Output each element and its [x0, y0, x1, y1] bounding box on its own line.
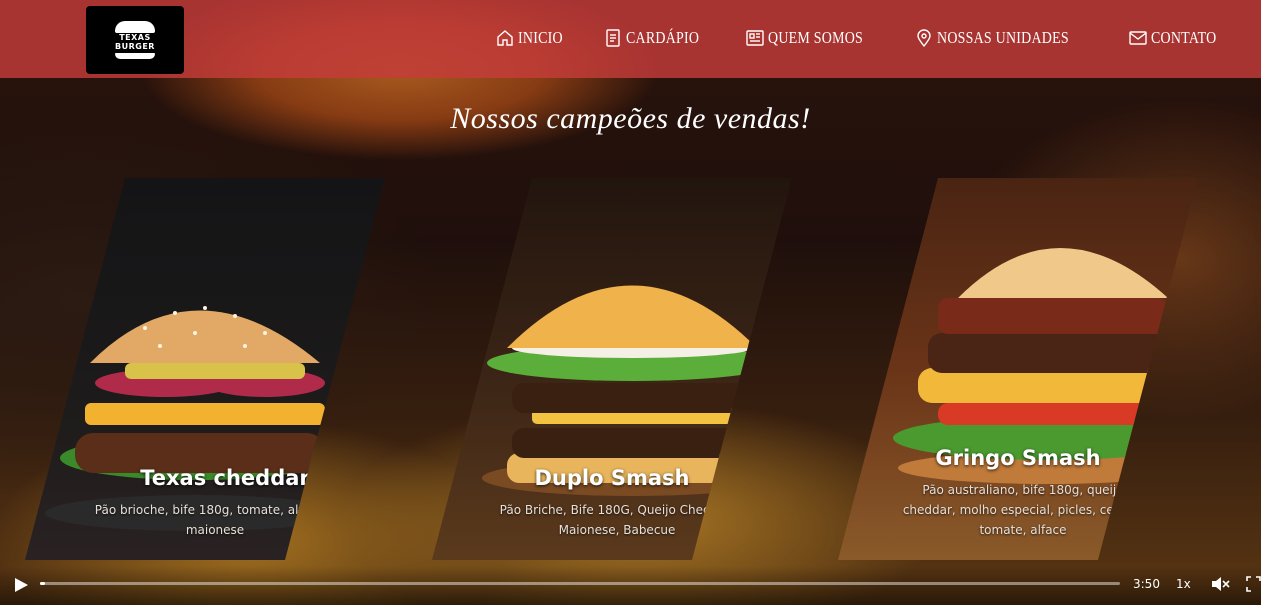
menu-icon — [605, 29, 620, 47]
map-pin-icon — [917, 29, 931, 48]
mail-icon — [1129, 31, 1147, 45]
nav-nossas-unidades[interactable]: NOSSAS UNIDADES — [914, 28, 1098, 48]
logo-line2: BURGER — [115, 42, 155, 51]
play-icon[interactable] — [12, 576, 30, 594]
nav-contato-label: CONTATO — [1150, 28, 1217, 47]
nav-quem-somos-label: QUEM SOMOS — [768, 28, 864, 47]
video-controls: 3:50 1x — [0, 566, 1261, 605]
video-progress-fill — [40, 582, 46, 585]
nav-cardapio-label: CARDÁPIO — [625, 28, 699, 47]
logo-line1: TEXAS — [119, 33, 151, 42]
video-progress-bar[interactable] — [40, 582, 1120, 585]
home-icon — [497, 30, 513, 46]
nav-inicio[interactable]: INICIO — [495, 28, 573, 48]
logo[interactable]: TEXAS BURGER — [86, 6, 184, 74]
main-nav: INICIO CARDÁPIO QUEM SOMOS NOSSAS UNIDAD… — [495, 28, 1261, 48]
newspaper-icon — [746, 30, 764, 46]
video-time: 3:50 — [1133, 577, 1160, 591]
nav-contato[interactable]: CONTATO — [1128, 28, 1231, 48]
nav-inicio-label: INICIO — [518, 28, 563, 47]
nav-cardapio[interactable]: CARDÁPIO — [603, 28, 715, 48]
fullscreen-icon[interactable] — [1246, 576, 1261, 592]
mute-icon[interactable] — [1210, 575, 1230, 593]
nav-nossas-unidades-label: NOSSAS UNIDADES — [936, 28, 1069, 47]
section-headline: Nossos campeões de vendas! — [450, 102, 811, 135]
logo-bun-bottom-icon — [115, 53, 155, 59]
header-bar: TEXAS BURGER INICIO CARDÁPIO QUEM SOMOS … — [0, 0, 1261, 78]
logo-bun-icon — [115, 21, 155, 33]
nav-quem-somos[interactable]: QUEM SOMOS — [745, 28, 884, 48]
playback-speed-button[interactable]: 1x — [1176, 577, 1191, 591]
